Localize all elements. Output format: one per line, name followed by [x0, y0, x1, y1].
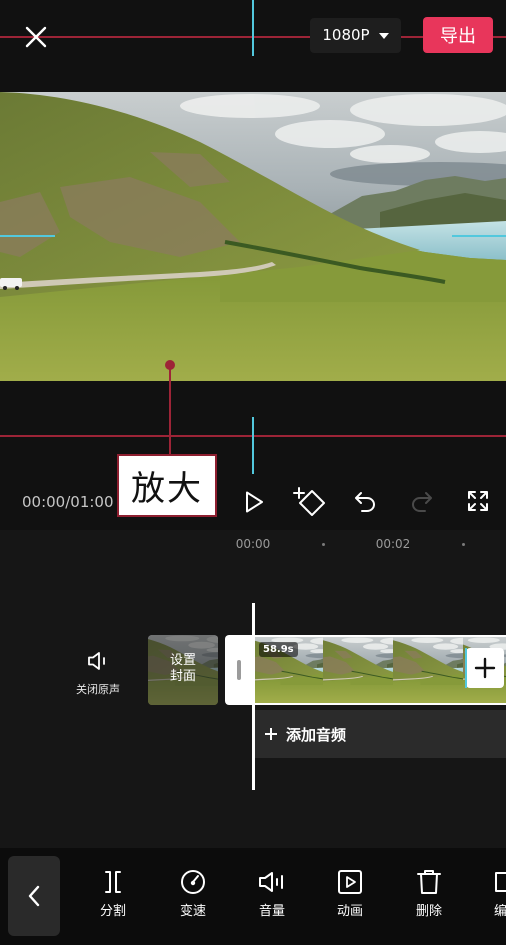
tool-label: 音量 [258, 904, 285, 919]
tool-delete[interactable]: 删除 [399, 869, 459, 929]
tool-label: 删除 [415, 904, 442, 919]
animation-icon [338, 870, 362, 894]
timeline[interactable]: 00:00 00:02 关闭原声 设置 封面 58.9s 添加音频 [0, 530, 506, 848]
bottom-toolbar: 分割 变速 音量 动画 删除 编 [0, 848, 506, 945]
annotation-callout: 放大 [117, 454, 217, 517]
time-display: 00:00/01:00 [22, 493, 114, 511]
cover-label-line: 设置 [169, 653, 196, 668]
clip-duration-badge: 58.9s [259, 642, 298, 657]
top-bar: 1080P 导出 [0, 0, 506, 72]
video-preview[interactable] [0, 92, 506, 381]
tool-label: 编 [494, 904, 506, 919]
redo-button[interactable] [410, 490, 434, 518]
tool-label: 分割 [99, 904, 126, 919]
trim-handle-grip [237, 660, 241, 680]
cover-label-line: 封面 [169, 669, 196, 684]
speed-icon [181, 870, 205, 894]
edge-guide-line [465, 648, 467, 688]
add-keyframe-button[interactable] [292, 486, 326, 522]
volume-icon [259, 872, 283, 892]
close-icon [25, 26, 47, 48]
caret-down-icon [378, 32, 389, 39]
fullscreen-icon [468, 491, 488, 511]
mute-original-audio-button[interactable]: 关闭原声 [66, 650, 130, 706]
tool-label: 变速 [179, 904, 206, 919]
tool-edit[interactable]: 编 [490, 869, 506, 929]
speaker-mute-icon [88, 652, 105, 670]
add-audio-label: 添加音频 [286, 725, 347, 744]
add-clip-button[interactable] [466, 648, 504, 688]
export-button[interactable]: 导出 [423, 17, 493, 53]
plus-icon [265, 728, 277, 740]
undo-icon [355, 492, 375, 512]
resolution-dropdown[interactable]: 1080P [310, 18, 401, 53]
cover-label: 设置 封面 [148, 653, 218, 685]
annotation-label: 放大 [131, 469, 203, 509]
clip-thumbnail [323, 637, 393, 703]
video-editor-screen: 1080P 导出 00:00/01:00 00:00 00:02 关闭原声 设置… [0, 0, 506, 945]
edge-guide-line [0, 235, 55, 237]
resolution-value: 1080P [322, 26, 370, 44]
tool-speed[interactable]: 变速 [163, 869, 223, 929]
redo-icon [412, 492, 432, 512]
center-guide-line [252, 417, 254, 474]
add-audio-button[interactable]: 添加音频 [253, 710, 506, 758]
clip-thumbnail [393, 637, 463, 703]
ruler-tick-label: 00:00 [235, 537, 271, 551]
playhead[interactable] [252, 603, 255, 790]
tool-split[interactable]: 分割 [83, 869, 143, 929]
chevron-left-icon [28, 885, 40, 907]
undo-button[interactable] [353, 490, 377, 518]
tool-label: 动画 [336, 904, 363, 919]
tool-volume[interactable]: 音量 [242, 869, 302, 929]
fullscreen-button[interactable] [467, 490, 489, 516]
ruler-tick-dot [462, 543, 465, 546]
export-label: 导出 [440, 26, 476, 47]
split-icon [105, 871, 121, 893]
edit-icon [495, 872, 506, 892]
mute-label: 关闭原声 [76, 683, 120, 696]
video-frame-image [0, 92, 506, 381]
delete-icon [417, 870, 441, 894]
plus-icon [474, 657, 496, 679]
back-button[interactable] [8, 856, 60, 936]
ruler-tick-dot [322, 543, 325, 546]
close-button[interactable] [23, 24, 49, 50]
play-button[interactable] [243, 490, 265, 518]
ruler-tick-label: 00:02 [375, 537, 411, 551]
annotation-leader-line [169, 365, 171, 455]
edge-guide-line [452, 235, 506, 237]
set-cover-button[interactable]: 设置 封面 [148, 635, 218, 705]
playback-controls: 00:00/01:00 [0, 470, 506, 530]
clip-trim-handle[interactable] [225, 635, 253, 705]
tool-animation[interactable]: 动画 [320, 869, 380, 929]
play-icon [246, 491, 263, 513]
add-keyframe-icon [293, 487, 325, 516]
